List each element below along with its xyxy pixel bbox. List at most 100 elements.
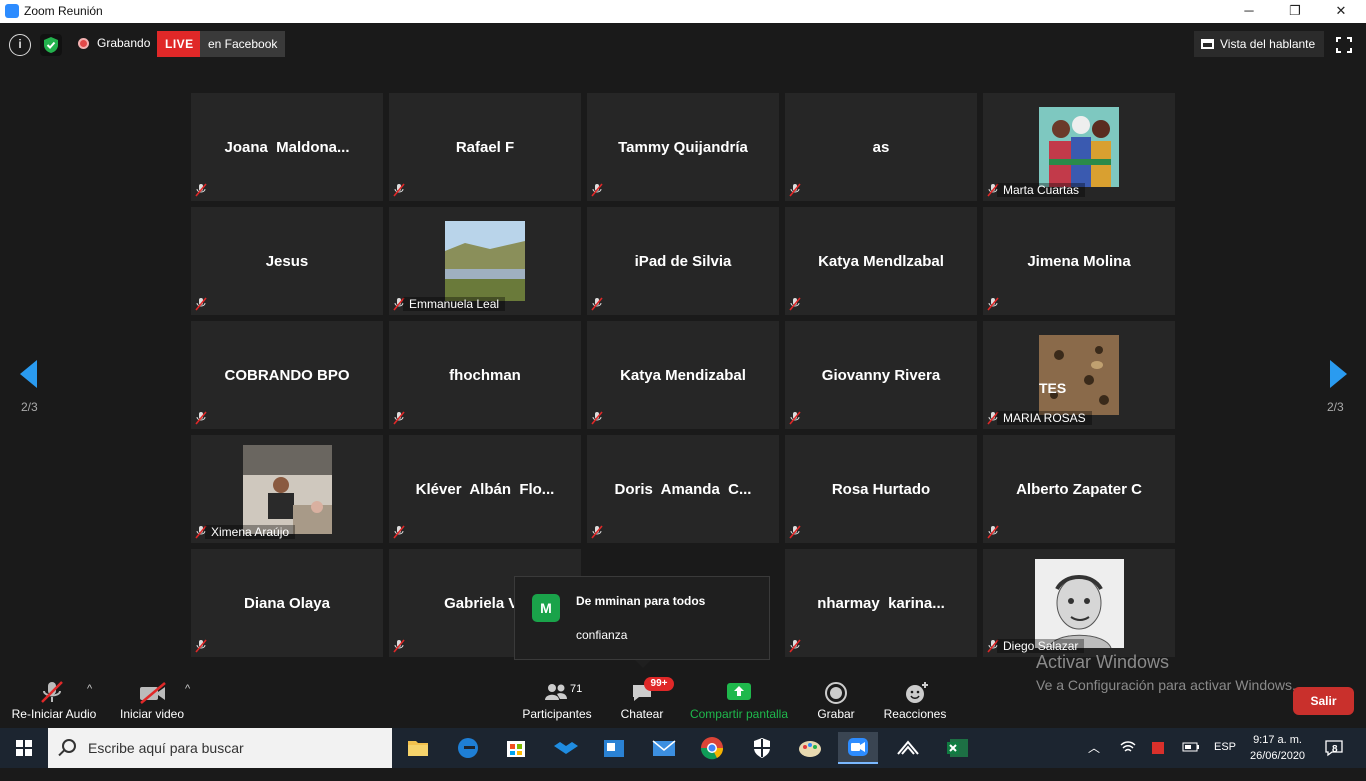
store-icon[interactable]: [496, 732, 536, 764]
participant-tile[interactable]: Katya Mendlzabal: [785, 207, 977, 315]
maximize-button[interactable]: ❐: [1272, 0, 1318, 23]
recording-label[interactable]: Grabando: [97, 36, 150, 50]
participant-caption: MARIA ROSAS: [997, 411, 1092, 425]
chat-popup-tail: [635, 660, 651, 668]
participant-name: fhochman: [449, 366, 521, 384]
fullscreen-icon[interactable]: [1335, 36, 1353, 54]
excel-icon[interactable]: [938, 732, 978, 764]
reaction-smiley-icon: [906, 682, 928, 703]
participant-tile[interactable]: Doris Amanda C...: [587, 435, 779, 543]
security-app-icon[interactable]: [742, 732, 782, 764]
muted-mic-icon: [195, 639, 207, 653]
chat-notification[interactable]: M De mminan para todos confianza: [514, 576, 770, 668]
taskbar-search-placeholder: Escribe aquí para buscar: [88, 740, 244, 756]
language-indicator[interactable]: ESP: [1214, 741, 1236, 781]
participant-tile[interactable]: TES MARIA ROSAS: [983, 321, 1175, 429]
participant-tile[interactable]: iPad de Silvia: [587, 207, 779, 315]
network-app-icon[interactable]: [888, 732, 928, 764]
participant-name: Jesus: [265, 252, 309, 270]
notifications-icon[interactable]: 8: [1324, 738, 1344, 778]
notifications-count: 8: [1332, 744, 1338, 755]
participant-name: Giovanny Rivera: [821, 366, 941, 384]
video-options-chevron-icon[interactable]: ^: [185, 683, 190, 695]
muted-mic-icon: [591, 183, 603, 197]
participant-tile[interactable]: Ximena Araújo: [191, 435, 383, 543]
clock-date: 26/06/2020: [1250, 750, 1306, 762]
wifi-icon[interactable]: [1120, 740, 1136, 780]
paint-icon[interactable]: [790, 732, 830, 764]
participant-tile[interactable]: Emmanuela Leal: [389, 207, 581, 315]
taskbar-search[interactable]: Escribe aquí para buscar: [48, 728, 392, 768]
chat-avatar: M: [532, 594, 560, 622]
antivirus-icon[interactable]: [1150, 740, 1166, 780]
zoom-taskbar-icon[interactable]: [838, 732, 878, 764]
participant-tile[interactable]: Tammy Quijandría: [587, 93, 779, 201]
file-explorer-icon[interactable]: [398, 732, 438, 764]
page-indicator-right: 2/3: [1327, 400, 1344, 414]
recording-dot-icon: [78, 38, 89, 49]
participant-tile[interactable]: Alberto Zapater C: [983, 435, 1175, 543]
participant-tile[interactable]: Katya Mendizabal: [587, 321, 779, 429]
muted-mic-icon: [789, 297, 801, 311]
participant-tile[interactable]: Diego Salazar: [983, 549, 1175, 657]
info-icon[interactable]: i: [9, 34, 31, 56]
minimize-button[interactable]: ─: [1226, 0, 1272, 23]
participant-tile[interactable]: Joana Maldona...: [191, 93, 383, 201]
window-title: Zoom Reunión: [24, 4, 103, 18]
participant-tile[interactable]: as: [785, 93, 977, 201]
participant-name: Katya Mendlzabal: [818, 252, 944, 270]
outlook-icon[interactable]: [594, 732, 634, 764]
speaker-view-button[interactable]: Vista del hablante: [1194, 31, 1324, 57]
participant-name: as: [872, 138, 890, 156]
record-button[interactable]: Grabar: [810, 676, 862, 726]
muted-mic-icon: [195, 297, 207, 311]
participant-name: Joana Maldona...: [224, 138, 350, 156]
participant-tile[interactable]: fhochman: [389, 321, 581, 429]
participant-tile[interactable]: nharmay karina...: [785, 549, 977, 657]
security-shield-icon[interactable]: [40, 34, 62, 56]
share-screen-label: Compartir pantalla: [689, 707, 789, 721]
participant-tile[interactable]: Rosa Hurtado: [785, 435, 977, 543]
participant-name: Tammy Quijandría: [618, 138, 748, 156]
record-label: Grabar: [817, 707, 855, 721]
chrome-icon[interactable]: [692, 732, 732, 764]
participant-tile[interactable]: Jimena Molina: [983, 207, 1175, 315]
participant-tile[interactable]: COBRANDO BPO: [191, 321, 383, 429]
muted-mic-icon: [195, 411, 207, 425]
battery-icon[interactable]: [1182, 741, 1200, 781]
audio-options-chevron-icon[interactable]: ^: [87, 683, 92, 695]
participant-tile[interactable]: Marta Cuartas: [983, 93, 1175, 201]
live-badge[interactable]: LIVE: [157, 31, 202, 57]
clock-time: 9:17 a. m.: [1253, 734, 1302, 746]
dropbox-icon[interactable]: [546, 732, 586, 764]
muted-mic-icon: [789, 183, 801, 197]
video-button[interactable]: Iniciar video: [116, 676, 188, 726]
participant-tile[interactable]: Rafael F: [389, 93, 581, 201]
participant-name: Diana Olaya: [244, 594, 330, 612]
participant-tile[interactable]: Giovanny Rivera: [785, 321, 977, 429]
tray-chevron-icon[interactable]: ︿: [1088, 739, 1100, 779]
mail-icon[interactable]: [644, 732, 684, 764]
participant-name: Alberto Zapater C: [1016, 480, 1142, 498]
participant-tile[interactable]: Jesus: [191, 207, 383, 315]
participant-caption: Emmanuela Leal: [403, 297, 506, 311]
windows-logo-icon: [16, 740, 32, 756]
participant-tile[interactable]: Diana Olaya: [191, 549, 383, 657]
reactions-button[interactable]: Reacciones: [882, 676, 948, 726]
zoom-app-icon: [5, 4, 19, 18]
chat-sender: De mminan para todos: [576, 594, 706, 608]
prev-page-arrow-icon[interactable]: [20, 360, 37, 388]
clock[interactable]: 9:17 a. m. 26/06/2020: [1250, 732, 1305, 772]
participant-tile[interactable]: Klév­er Albán Flo...: [389, 435, 581, 543]
muted-mic-icon: [393, 183, 405, 197]
muted-mic-icon: [195, 183, 207, 197]
close-button[interactable]: ✕: [1318, 0, 1364, 23]
participants-button[interactable]: 71 Participantes: [520, 676, 594, 726]
next-page-arrow-icon[interactable]: [1330, 360, 1347, 388]
share-screen-button[interactable]: Compartir pantalla: [686, 676, 792, 726]
start-button[interactable]: [0, 728, 48, 768]
live-platform[interactable]: en Facebook: [200, 31, 286, 57]
leave-meeting-button[interactable]: Salir: [1293, 687, 1354, 715]
participant-name: nharmay karina...: [817, 594, 945, 612]
edge-browser-icon[interactable]: [448, 732, 488, 764]
